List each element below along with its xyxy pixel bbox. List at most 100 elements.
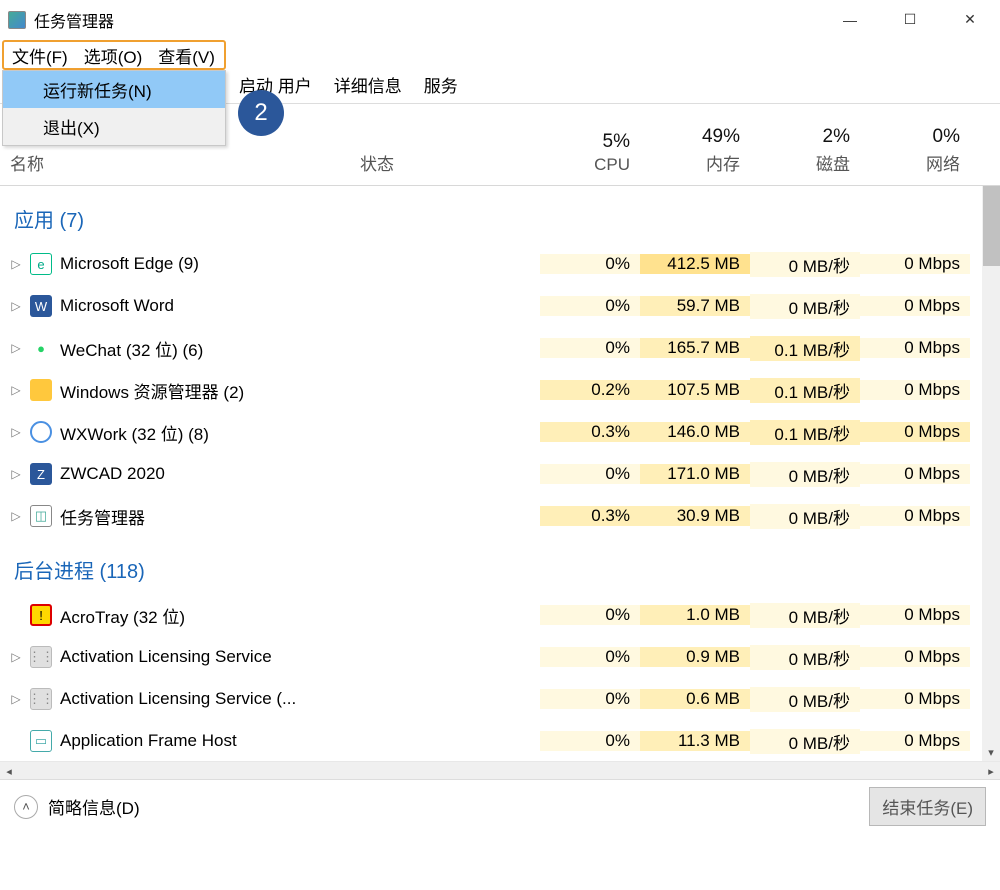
- expander-icon[interactable]: ▷: [10, 299, 22, 313]
- mem-cell: 30.9 MB: [640, 506, 750, 526]
- minimize-button[interactable]: —: [820, 0, 880, 40]
- mem-cell: 107.5 MB: [640, 380, 750, 400]
- col-cpu[interactable]: 5% CPU: [540, 104, 640, 185]
- col-mem-pct: 49%: [702, 126, 740, 148]
- table-row[interactable]: ▷◫任务管理器0.3%30.9 MB0 MB/秒0 Mbps: [0, 495, 1000, 537]
- table-row[interactable]: ▷⋮⋮Activation Licensing Service (...0%0.…: [0, 678, 1000, 720]
- tab-details[interactable]: 详细信息: [323, 66, 413, 103]
- disk-cell: 0 MB/秒: [750, 645, 860, 670]
- fewer-details-icon[interactable]: ˄: [14, 795, 38, 819]
- col-status[interactable]: 状态: [350, 104, 540, 185]
- net-cell: 0 Mbps: [860, 338, 970, 358]
- horizontal-scrollbar[interactable]: ◂ ▸: [0, 761, 1000, 779]
- table-row[interactable]: ▷⋮⋮Activation Licensing Service0%0.9 MB0…: [0, 636, 1000, 678]
- mem-cell: 1.0 MB: [640, 605, 750, 625]
- menubar-container: 文件(F) 选项(O) 查看(V) 运行新任务(N) 退出(X) 2: [0, 40, 1000, 70]
- cpu-cell: 0.3%: [540, 506, 640, 526]
- expander-icon[interactable]: ▷: [10, 467, 22, 481]
- menu-item-run-new-task[interactable]: 运行新任务(N): [3, 71, 225, 108]
- explorer-icon: [30, 379, 52, 401]
- close-button[interactable]: ✕: [940, 0, 1000, 40]
- mem-cell: 11.3 MB: [640, 731, 750, 751]
- word-icon: W: [30, 295, 52, 317]
- maximize-button[interactable]: ☐: [880, 0, 940, 40]
- table-row[interactable]: ▷!AcroTray (32 位)0%1.0 MB0 MB/秒0 Mbps: [0, 594, 1000, 636]
- menu-file[interactable]: 文件(F): [4, 41, 76, 70]
- fewer-details-label[interactable]: 简略信息(D): [48, 794, 140, 819]
- col-mem-label: 内存: [706, 150, 740, 175]
- col-cpu-pct: 5%: [603, 131, 630, 153]
- wechat-icon: ●: [30, 337, 52, 359]
- cpu-cell: 0%: [540, 647, 640, 667]
- net-cell: 0 Mbps: [860, 689, 970, 709]
- cpu-cell: 0.3%: [540, 422, 640, 442]
- process-name: Application Frame Host: [60, 731, 237, 751]
- cpu-cell: 0%: [540, 464, 640, 484]
- cpu-cell: 0%: [540, 731, 640, 751]
- table-row[interactable]: ▷eMicrosoft Edge (9)0%412.5 MB0 MB/秒0 Mb…: [0, 243, 1000, 285]
- cpu-cell: 0%: [540, 689, 640, 709]
- wxwork-icon: [30, 421, 52, 443]
- acro-icon: !: [30, 604, 52, 626]
- expander-icon[interactable]: ▷: [10, 257, 22, 271]
- mem-cell: 59.7 MB: [640, 296, 750, 316]
- expander-icon[interactable]: ▷: [10, 509, 22, 523]
- process-name: Activation Licensing Service (...: [60, 689, 296, 709]
- cpu-cell: 0%: [540, 296, 640, 316]
- svc-icon: ⋮⋮: [30, 646, 52, 668]
- expander-icon[interactable]: ▷: [10, 341, 22, 355]
- scroll-arrow-down-icon[interactable]: ▾: [982, 743, 1000, 761]
- group-header-apps[interactable]: 应用 (7): [0, 186, 1000, 243]
- col-cpu-label: CPU: [594, 155, 630, 175]
- app-icon: [8, 11, 26, 29]
- expander-icon[interactable]: ▷: [10, 692, 22, 706]
- menu-item-exit[interactable]: 退出(X): [3, 108, 225, 145]
- menu-view[interactable]: 查看(V): [150, 41, 223, 70]
- col-memory[interactable]: 49% 内存: [640, 104, 750, 185]
- file-menu-dropdown: 运行新任务(N) 退出(X): [2, 70, 226, 146]
- table-row[interactable]: ▷●WeChat (32 位) (6)0%165.7 MB0.1 MB/秒0 M…: [0, 327, 1000, 369]
- table-row[interactable]: ▷▭Application Frame Host0%11.3 MB0 MB/秒0…: [0, 720, 1000, 761]
- scroll-arrow-right-icon[interactable]: ▸: [982, 762, 1000, 780]
- mem-cell: 146.0 MB: [640, 422, 750, 442]
- scroll-arrow-left-icon[interactable]: ◂: [0, 762, 18, 780]
- disk-cell: 0 MB/秒: [750, 603, 860, 628]
- net-cell: 0 Mbps: [860, 605, 970, 625]
- end-task-button[interactable]: 结束任务(E): [869, 787, 986, 826]
- cpu-cell: 0%: [540, 338, 640, 358]
- col-disk[interactable]: 2% 磁盘: [750, 104, 860, 185]
- net-cell: 0 Mbps: [860, 506, 970, 526]
- disk-cell: 0.1 MB/秒: [750, 420, 860, 445]
- table-row[interactable]: ▷Windows 资源管理器 (2)0.2%107.5 MB0.1 MB/秒0 …: [0, 369, 1000, 411]
- cpu-cell: 0.2%: [540, 380, 640, 400]
- mem-cell: 412.5 MB: [640, 254, 750, 274]
- process-name: WXWork (32 位) (8): [60, 420, 209, 445]
- callout-badge-2: 2: [238, 90, 284, 136]
- edge-icon: e: [30, 253, 52, 275]
- menu-options[interactable]: 选项(O): [76, 41, 151, 70]
- window-title: 任务管理器: [34, 8, 114, 32]
- scroll-thumb[interactable]: [983, 186, 1000, 266]
- taskmgr-icon: ◫: [30, 505, 52, 527]
- process-name: WeChat (32 位) (6): [60, 336, 203, 361]
- net-cell: 0 Mbps: [860, 296, 970, 316]
- expander-icon[interactable]: ▷: [10, 383, 22, 397]
- cpu-cell: 0%: [540, 605, 640, 625]
- expander-icon[interactable]: ▷: [10, 425, 22, 439]
- tab-services[interactable]: 服务: [413, 66, 469, 103]
- disk-cell: 0.1 MB/秒: [750, 378, 860, 403]
- col-network[interactable]: 0% 网络: [860, 104, 970, 185]
- net-cell: 0 Mbps: [860, 464, 970, 484]
- process-name: Windows 资源管理器 (2): [60, 378, 244, 403]
- expander-icon[interactable]: ▷: [10, 650, 22, 664]
- cpu-cell: 0%: [540, 254, 640, 274]
- disk-cell: 0 MB/秒: [750, 729, 860, 754]
- process-name: AcroTray (32 位): [60, 603, 185, 628]
- col-disk-label: 磁盘: [816, 150, 850, 175]
- table-row[interactable]: ▷WXWork (32 位) (8)0.3%146.0 MB0.1 MB/秒0 …: [0, 411, 1000, 453]
- table-row[interactable]: ▷ZZWCAD 20200%171.0 MB0 MB/秒0 Mbps: [0, 453, 1000, 495]
- net-cell: 0 Mbps: [860, 731, 970, 751]
- vertical-scrollbar[interactable]: ▾: [982, 186, 1000, 761]
- group-header-background[interactable]: 后台进程 (118): [0, 537, 1000, 594]
- table-row[interactable]: ▷WMicrosoft Word0%59.7 MB0 MB/秒0 Mbps: [0, 285, 1000, 327]
